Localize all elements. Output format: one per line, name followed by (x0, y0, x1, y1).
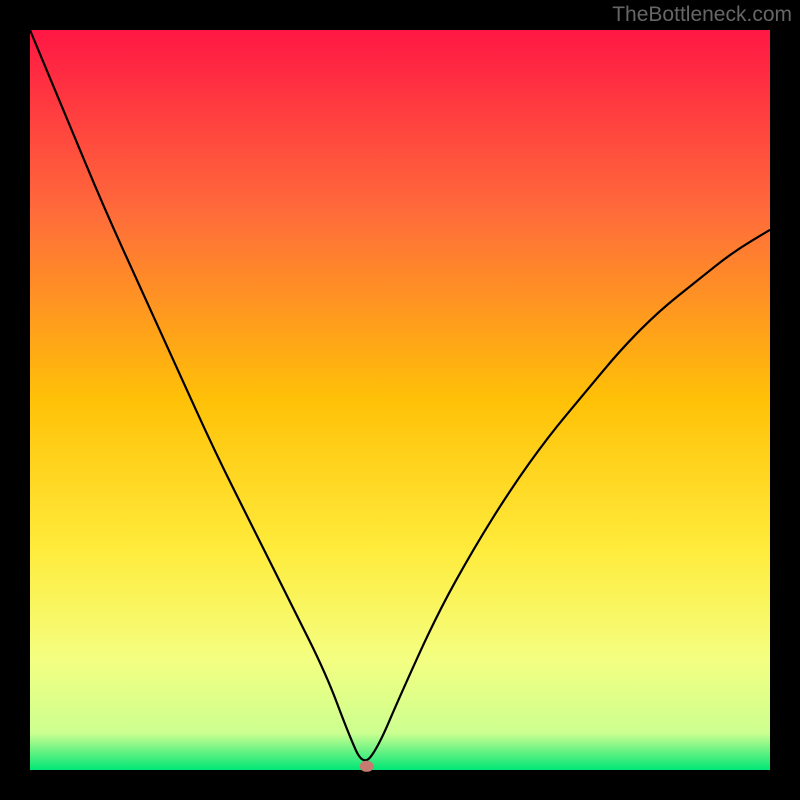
chart-container: TheBottleneck.com (0, 0, 800, 800)
plot-area (30, 30, 770, 770)
watermark-text: TheBottleneck.com (612, 3, 792, 27)
chart-svg (0, 0, 800, 800)
optimal-point-marker (360, 761, 374, 772)
